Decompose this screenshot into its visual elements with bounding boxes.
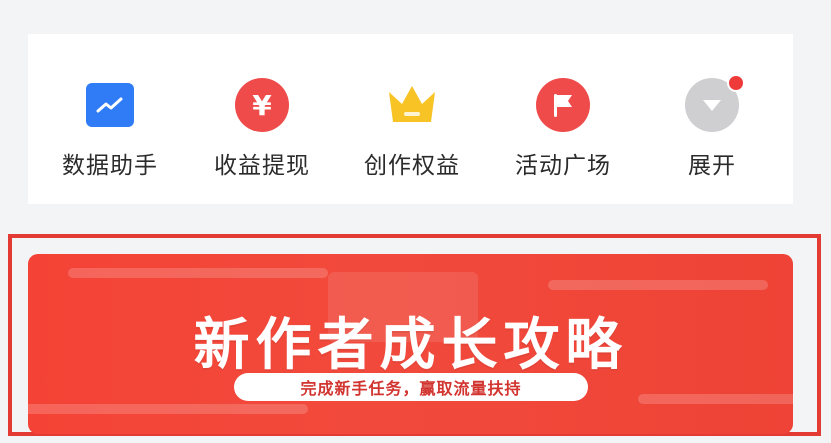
- banner-subtitle-pill: 完成新手任务，赢取流量扶持: [234, 373, 588, 401]
- expand-icon: [685, 74, 745, 132]
- decor-streak: [548, 280, 768, 290]
- notification-dot: [727, 74, 745, 92]
- decor-streak: [638, 394, 793, 404]
- chart-icon: [83, 78, 137, 132]
- quick-action-data-assistant[interactable]: 数据助手: [40, 78, 180, 180]
- decor-streak: [68, 268, 328, 278]
- quick-action-label: 收益提现: [214, 153, 310, 179]
- decor-streak: [28, 404, 308, 414]
- quick-action-earnings-withdraw[interactable]: ¥ 收益提现: [192, 78, 332, 180]
- quick-action-event-plaza[interactable]: 活动广场: [493, 78, 633, 180]
- quick-action-creator-benefits[interactable]: 创作权益: [342, 78, 482, 180]
- quick-action-label: 活动广场: [515, 153, 611, 179]
- quick-action-label: 展开: [688, 153, 736, 179]
- quick-action-label: 创作权益: [364, 153, 460, 179]
- flag-icon: [536, 78, 590, 132]
- banner-title: 新作者成长攻略: [193, 313, 628, 378]
- quick-action-label: 数据助手: [62, 153, 158, 179]
- new-author-growth-banner[interactable]: 新作者成长攻略 完成新手任务，赢取流量扶持: [28, 254, 793, 434]
- yen-icon: ¥: [235, 78, 289, 132]
- banner-subtitle: 完成新手任务，赢取流量扶持: [300, 379, 522, 398]
- crown-icon: [385, 78, 439, 132]
- quick-action-expand[interactable]: 展开: [642, 74, 782, 180]
